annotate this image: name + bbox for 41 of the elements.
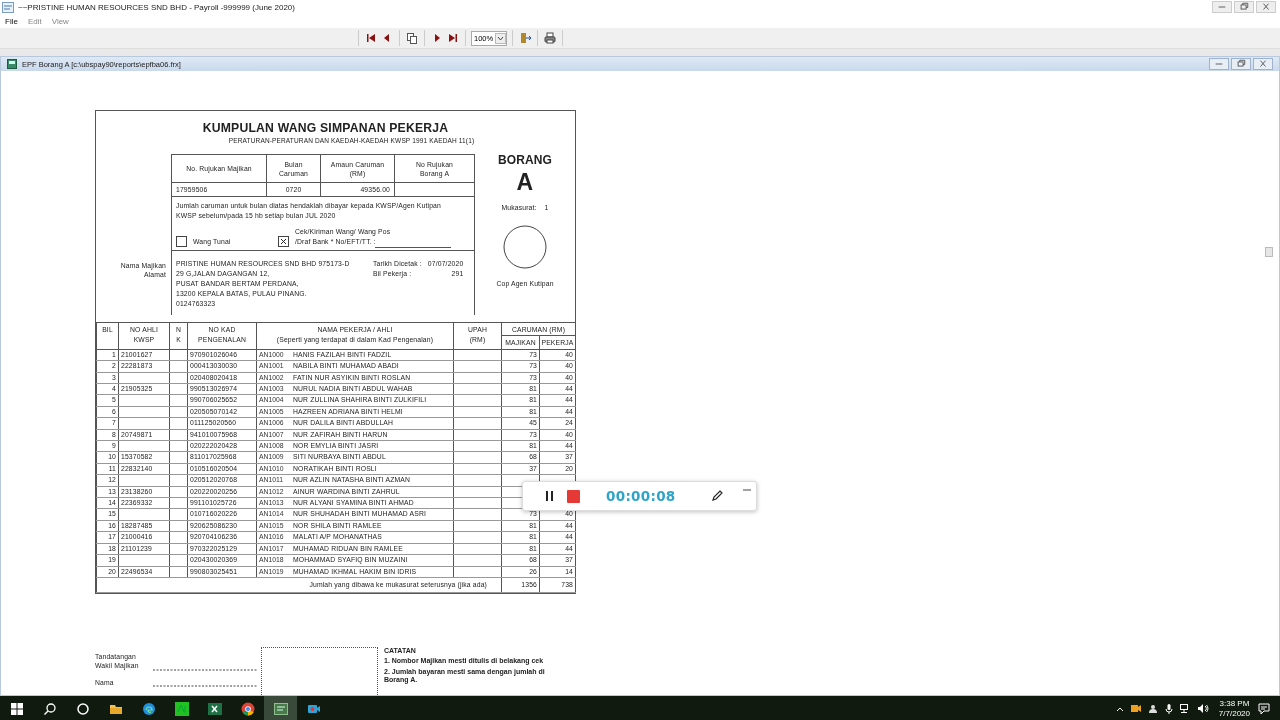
clock-time: 3:38 PM (1219, 698, 1250, 709)
form-type-label: BORANG (497, 153, 553, 167)
form-title: KUMPULAN WANG SIMPANAN PEKERJA (201, 121, 449, 135)
spreadsheet-icon[interactable] (207, 701, 222, 716)
network-icon[interactable] (1179, 704, 1191, 713)
restore-icon[interactable] (1231, 58, 1251, 70)
pages-icon[interactable] (405, 31, 419, 45)
form-letter: A (516, 169, 534, 196)
checkbox[interactable] (176, 236, 187, 247)
payroll-app-icon[interactable] (273, 701, 288, 716)
exit-door-icon[interactable] (518, 31, 533, 45)
print-icon[interactable] (543, 31, 558, 45)
app-tile-icon[interactable] (174, 701, 189, 716)
app-logo-icon (2, 1, 14, 13)
checkbox[interactable] (278, 236, 289, 247)
microphone-icon[interactable] (1164, 703, 1173, 714)
caret-icon (495, 32, 507, 44)
last-page-icon[interactable] (446, 31, 460, 45)
pause-icon[interactable] (545, 490, 555, 502)
stop-icon[interactable] (567, 489, 580, 503)
first-page-icon[interactable] (364, 31, 378, 45)
search-icon[interactable] (42, 701, 57, 716)
speaker-icon[interactable] (1197, 704, 1209, 713)
pen-icon[interactable] (709, 489, 724, 503)
recording-timer: 00:00:08 (606, 488, 676, 504)
report-icon (7, 59, 17, 69)
scrollbar-thumb[interactable] (1265, 247, 1273, 257)
restore-icon[interactable] (1234, 1, 1254, 13)
close-icon[interactable] (1253, 58, 1273, 70)
notification-icon[interactable] (1258, 702, 1270, 715)
chrome-icon[interactable] (240, 701, 255, 716)
stamp-circle (503, 225, 547, 269)
circle-icon[interactable] (75, 701, 90, 716)
close-icon[interactable] (1256, 1, 1276, 13)
menu-item[interactable]: File (0, 14, 23, 28)
start-icon[interactable] (9, 701, 24, 716)
camera-icon[interactable] (1130, 704, 1141, 713)
clock-date: 7/7/2020 (1218, 708, 1250, 719)
window-title: ~~PRISTINE HUMAN RESOURCES SND BHD - Payroll -999999 (June 2020) (18, 2, 296, 12)
browser-icon[interactable] (141, 701, 156, 716)
person-icon[interactable] (1147, 704, 1158, 713)
